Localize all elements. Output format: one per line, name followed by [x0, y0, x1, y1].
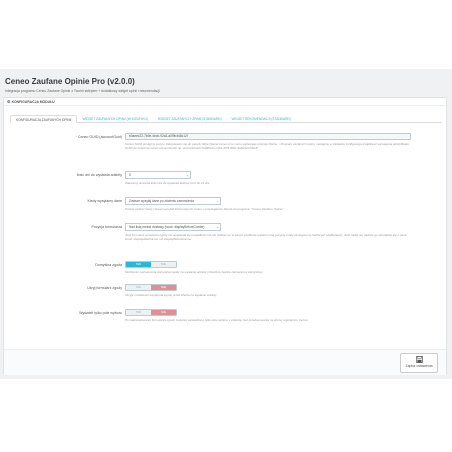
- save-button[interactable]: Zapisz ustawienia: [400, 353, 438, 373]
- default-consent-yes[interactable]: TAK: [126, 262, 151, 267]
- position-select[interactable]: Nad listą metod dostawy (hook: displayBe…: [125, 223, 221, 231]
- shipping-help: Proszę wybrać kiedy chcesz wysyłać infor…: [125, 207, 284, 211]
- position-select-value: Nad listą metod dostawy (hook: displayBe…: [129, 225, 205, 229]
- guid-label: * Ceneo GUID (accountGuid): [44, 135, 122, 139]
- only-field-yes[interactable]: TAK: [126, 310, 151, 315]
- guid-label-text: Ceneo GUID (accountGuid): [77, 135, 122, 139]
- default-consent-help: Możliwość zaznaczenia domyślnej zgody na…: [125, 270, 263, 274]
- hide-form-help: Ukryje możliwości wyrażenia zgody przez …: [125, 293, 217, 297]
- save-button-label: Zapisz ustawienia: [405, 364, 433, 368]
- save-icon: [415, 356, 423, 363]
- only-field-help: Po zaakceptowaniu formularza zgody zosta…: [125, 318, 309, 322]
- days-select-value: 5: [129, 173, 131, 177]
- only-field-label: Wyświetl tylko pole wyboru: [79, 311, 122, 315]
- only-field-no[interactable]: NIE: [151, 310, 176, 315]
- shipping-label: Kiedy wysyłamy dane: [87, 199, 122, 203]
- default-consent-no[interactable]: NIE: [151, 262, 176, 267]
- hide-form-toggle[interactable]: TAK NIE: [125, 284, 177, 291]
- chevron-down-icon: ⌄: [216, 225, 219, 229]
- default-consent-label: Domyślna zgoda: [95, 263, 122, 267]
- required-mark: *: [75, 135, 77, 139]
- tab-bar: KONFIGURACJA ZAUFANYCH OPINII WIDGET ZAU…: [10, 115, 442, 123]
- panel-footer: Zapisz ustawienia: [4, 349, 446, 375]
- position-label: Pozycja formularza: [91, 225, 122, 229]
- days-select[interactable]: 5 ⌄: [125, 171, 191, 179]
- panel-heading: ⚙ KONFIGURACJA MODUŁU: [4, 98, 446, 106]
- tab-trusted-reviews-config[interactable]: KONFIGURACJA ZAUFANYCH OPINII: [10, 115, 78, 123]
- default-consent-toggle[interactable]: TAK NIE: [125, 261, 177, 268]
- position-help: Jeśli formularz wyrażenia zgody nie wyśw…: [125, 233, 408, 242]
- guid-help: Ceneo GUID dostępny jest po zalogowaniu …: [125, 142, 410, 151]
- days-label: Ilość dni do wysłania ankiety: [76, 173, 122, 177]
- gear-icon: ⚙: [7, 99, 11, 104]
- shipping-select[interactable]: Zawsze wysyłaj dane po złożeniu zamówien…: [125, 197, 221, 205]
- config-panel: ⚙ KONFIGURACJA MODUŁU KONFIGURACJA ZAUFA…: [3, 97, 447, 375]
- page-subtitle: Integracja programu Ceneo Zaufane Opinie…: [5, 89, 160, 93]
- days-help: Zalecamy okresów ilości dni do wysłania …: [125, 181, 210, 185]
- tab-widget-cart[interactable]: WIDGET ZAUFANYCH OPINII (W KOSZYKU): [77, 115, 152, 123]
- tab-widget-recommendation[interactable]: WIDGET REKOMENDACJI (STANDARD): [227, 115, 296, 123]
- hide-form-label: Ukryj formularz zgody: [87, 286, 122, 290]
- guid-input[interactable]: b0aeec22-7b9e-4ecb-92a3-a0f9b4d8c12f: [125, 133, 411, 140]
- chevron-down-icon: ⌄: [186, 173, 189, 177]
- hide-form-yes[interactable]: TAK: [126, 285, 151, 290]
- tab-widget-standard[interactable]: WIDGET ZAUFANYCH OPINII (STANDARD): [153, 115, 227, 123]
- hide-form-no[interactable]: NIE: [151, 285, 176, 290]
- chevron-down-icon: ⌄: [216, 199, 219, 203]
- shipping-select-value: Zawsze wysyłaj dane po złożeniu zamówien…: [129, 199, 194, 203]
- only-field-toggle[interactable]: TAK NIE: [125, 309, 177, 316]
- page-title: Ceneo Zaufane Opinie Pro (v2.0.0): [5, 77, 135, 86]
- panel-heading-label: KONFIGURACJA MODUŁU: [11, 99, 55, 104]
